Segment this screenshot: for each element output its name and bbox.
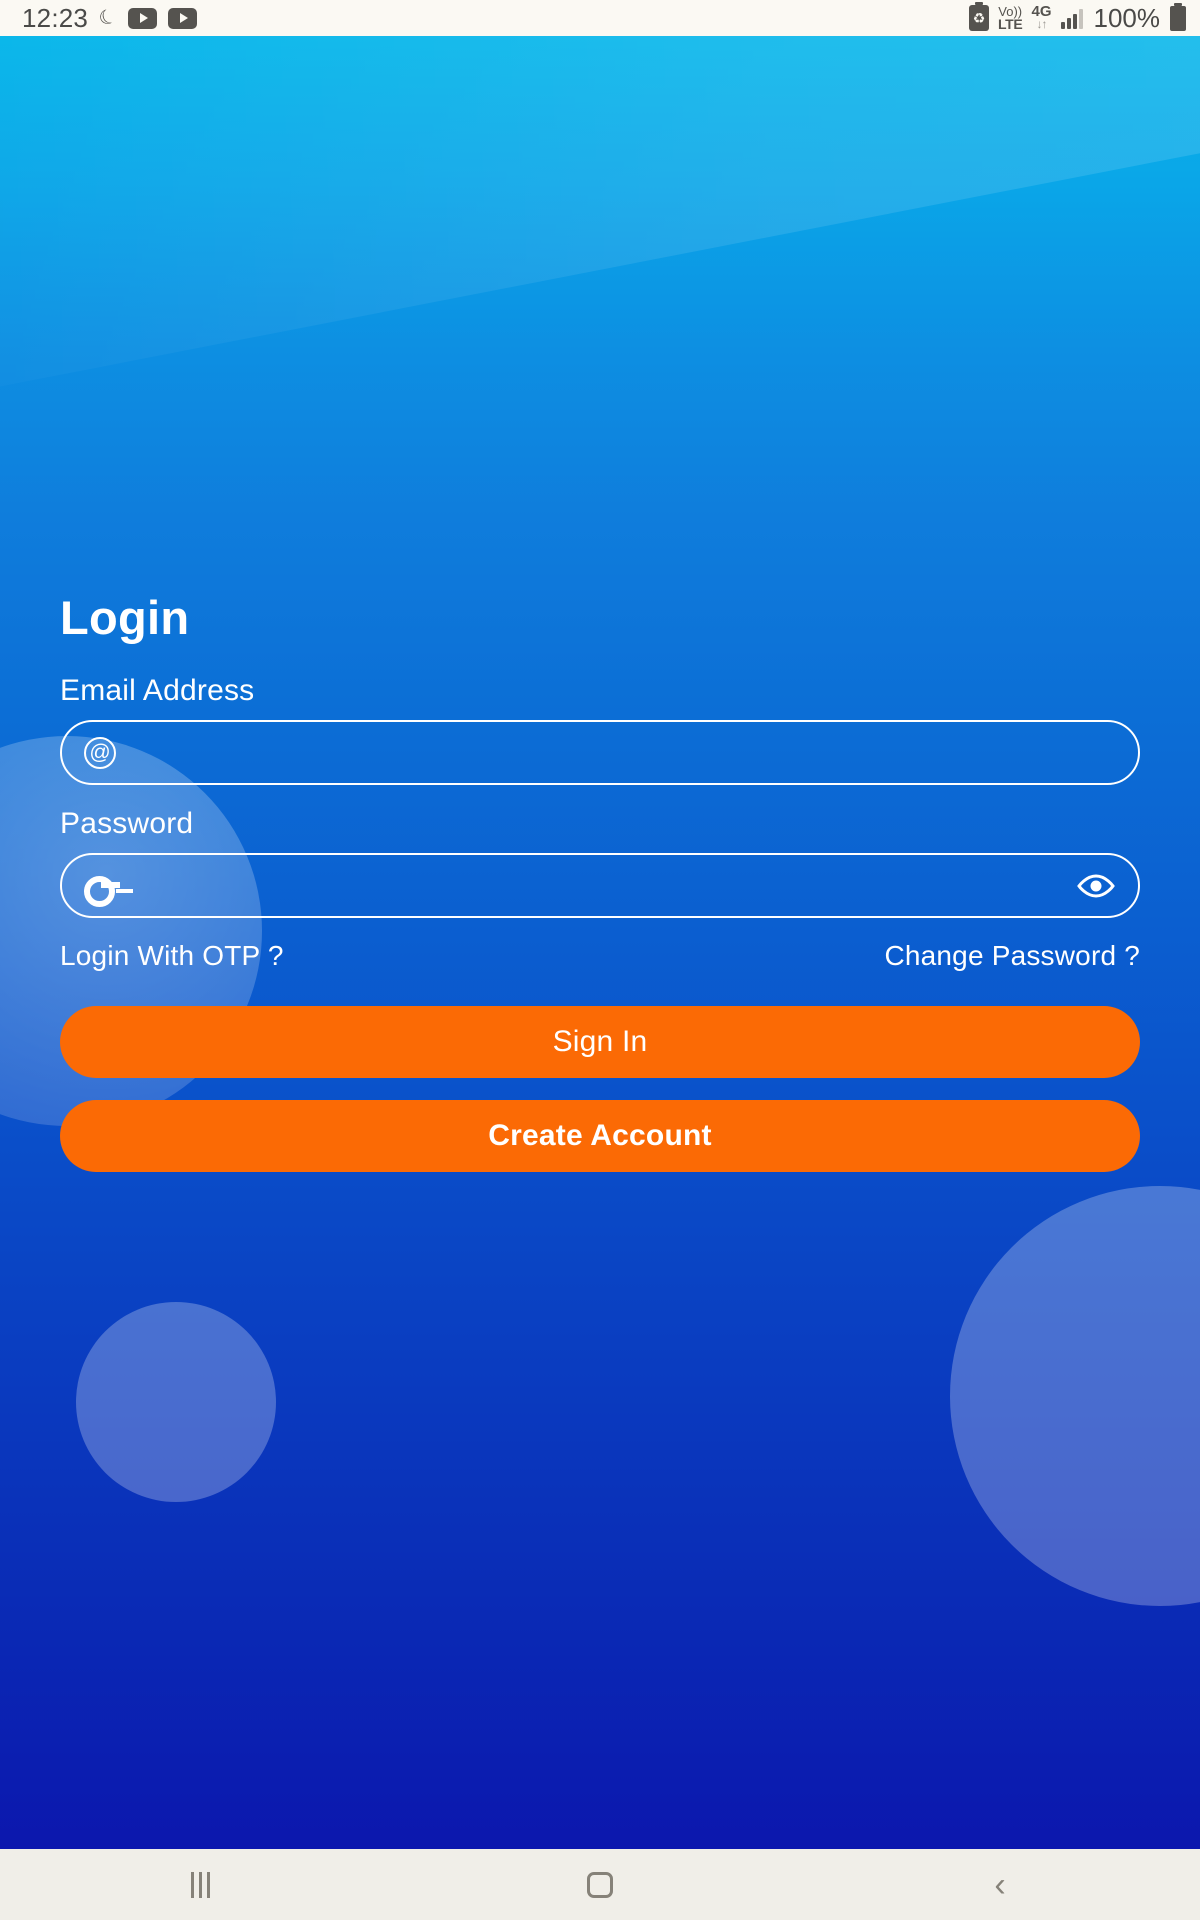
- status-bar-right: Vo)) LTE 4G ↓↑ 100%: [968, 2, 1186, 34]
- decorative-circle-bottom-left: [76, 1302, 276, 1502]
- decorative-circle-bottom-right: [950, 1186, 1200, 1606]
- youtube-icon: [168, 7, 198, 29]
- password-field-wrapper[interactable]: [60, 853, 1140, 918]
- sign-in-button[interactable]: Sign In: [60, 1006, 1140, 1078]
- volte-icon: Vo)) LTE: [997, 5, 1023, 32]
- battery-recycle-icon: [968, 2, 989, 31]
- email-field-wrapper[interactable]: @: [60, 720, 1140, 785]
- crescent-moon-icon: ☾: [95, 4, 121, 32]
- background-sheen: [0, 36, 1200, 407]
- status-time: 12:23: [22, 2, 89, 33]
- signal-bars-icon: [1060, 7, 1083, 29]
- home-button[interactable]: [535, 1849, 665, 1920]
- email-label: Email Address: [60, 674, 255, 707]
- login-form: Login Email Address @ Password Login Wit…: [60, 590, 1140, 1194]
- android-nav-bar: ‹: [0, 1849, 1200, 1920]
- password-label: Password: [60, 807, 194, 840]
- recents-button[interactable]: [135, 1849, 265, 1920]
- eye-icon[interactable]: [1076, 872, 1116, 900]
- password-input[interactable]: [120, 870, 1076, 901]
- network-type-icon: 4G ↓↑: [1031, 4, 1051, 32]
- login-with-otp-link[interactable]: Login With OTP ?: [60, 940, 284, 972]
- recents-icon: [190, 1871, 210, 1898]
- page-title: Login: [60, 591, 190, 644]
- youtube-icon: [128, 7, 158, 29]
- back-icon: ‹: [994, 1865, 1006, 1904]
- create-account-button[interactable]: Create Account: [60, 1100, 1140, 1172]
- data-arrows-icon: ↓↑: [1036, 17, 1047, 32]
- status-bar: 12:23 ☾ Vo)) LTE 4G ↓↑ 100%: [0, 0, 1200, 36]
- battery-full-icon: [1170, 2, 1186, 31]
- battery-percent-label: 100%: [1093, 2, 1161, 33]
- volte-line2: LTE: [997, 15, 1023, 32]
- key-icon: [84, 875, 120, 907]
- home-icon: [587, 1871, 613, 1898]
- email-input[interactable]: [116, 737, 1116, 768]
- helper-links-row: Login With OTP ? Change Password ?: [60, 940, 1140, 972]
- status-bar-left: 12:23 ☾: [22, 2, 198, 34]
- phone-screen: 12:23 ☾ Vo)) LTE 4G ↓↑ 100% Login: [0, 0, 1200, 1920]
- back-button[interactable]: ‹: [935, 1849, 1065, 1920]
- at-icon: @: [84, 736, 116, 769]
- change-password-link[interactable]: Change Password ?: [884, 940, 1140, 972]
